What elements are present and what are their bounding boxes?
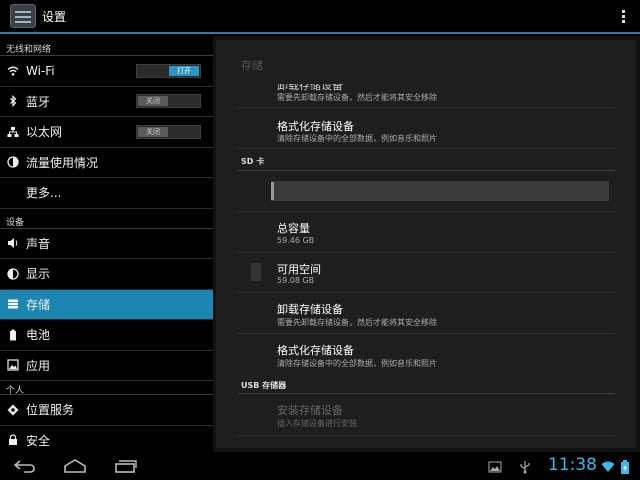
sidebar-item-label: 显示 [26, 267, 51, 282]
wifi-signal-icon[interactable] [601, 459, 615, 473]
sidebar-item-label: 电池 [26, 328, 51, 343]
sidebar-item-data-usage[interactable]: 流量使用情况 [0, 148, 213, 178]
row-summary: 插入存储设备进行安装 [277, 419, 357, 428]
sidebar-item-label: 存储 [26, 297, 51, 312]
storage-detail-pane[interactable]: 存储 卸载存储设备 需要先卸载存储设备，然后才能将其安全移除 格式化存储设备 清… [216, 40, 636, 448]
sidebar-item-wifi[interactable]: Wi-Fi 打开 [0, 56, 213, 87]
row-value: 59.08 GB [277, 276, 315, 285]
sidebar-item-security[interactable]: 安全 [0, 426, 213, 453]
section-header-device: 设备 [0, 209, 213, 229]
row-title: 格式化存储设备 [277, 344, 354, 357]
recent-apps-icon [115, 460, 137, 473]
action-bar: 设置 [0, 0, 640, 34]
usb-storage-header: USB 存储器 [241, 381, 287, 390]
internal-unmount-row[interactable]: 卸载存储设备 需要先卸载存储设备，然后才能将其安全移除 [238, 84, 615, 108]
battery-charging-icon[interactable] [620, 459, 630, 474]
sidebar-item-ethernet[interactable]: 以太网 关闭 [0, 117, 213, 148]
sidebar-item-label: 以太网 [26, 125, 63, 140]
sidebar-item-apps[interactable]: 应用 [0, 351, 213, 381]
sidebar-item-label: 应用 [26, 358, 51, 373]
wifi-icon [7, 65, 19, 77]
ethernet-toggle[interactable]: 关闭 [136, 124, 201, 139]
usb-icon[interactable] [518, 459, 532, 474]
sound-icon [7, 237, 19, 249]
sidebar-item-bluetooth[interactable]: 蓝牙 关闭 [0, 87, 213, 117]
bluetooth-toggle[interactable]: 关闭 [136, 94, 201, 109]
row-title: 可用空间 [277, 263, 321, 276]
recent-apps-button[interactable] [114, 458, 138, 473]
storage-icon [7, 298, 19, 310]
bluetooth-icon [7, 95, 19, 108]
sidebar-item-label: 声音 [26, 236, 51, 251]
sd-unmount-row[interactable]: 卸载存储设备 需要先卸载存储设备，然后才能将其安全移除 [238, 293, 615, 334]
sd-card-header: SD 卡 [241, 157, 265, 166]
battery-icon [7, 329, 19, 341]
internal-format-row[interactable]: 格式化存储设备 清除存储设备中的全部数据，例如音乐和照片 [238, 108, 615, 149]
sidebar-item-battery[interactable]: 电池 [0, 320, 213, 351]
sidebar-item-location[interactable]: 位置服务 [0, 395, 213, 426]
gallery-notification-icon[interactable] [488, 459, 502, 473]
sd-total-row: 总容量 59.46 GB [238, 212, 615, 253]
row-summary: 清除存储设备中的全部数据，例如音乐和照片 [277, 134, 437, 143]
row-summary: 需要先卸载存储设备，然后才能将其安全移除 [277, 318, 437, 327]
data-usage-icon [7, 156, 19, 168]
lock-icon [7, 434, 19, 446]
row-summary: 清除存储设备中的全部数据，例如音乐和照片 [277, 359, 437, 368]
section-header-wireless: 无线和网络 [0, 36, 213, 56]
display-icon [7, 268, 19, 280]
back-button[interactable] [12, 458, 36, 473]
sd-usage-row [238, 170, 615, 212]
system-bar: 11:38 [0, 452, 640, 480]
overflow-menu-icon[interactable] [622, 10, 626, 26]
settings-app-icon[interactable] [10, 4, 36, 28]
ethernet-icon [7, 126, 19, 138]
sidebar-item-storage[interactable]: 存储 [0, 289, 213, 320]
sidebar-item-sound[interactable]: 声音 [0, 229, 213, 259]
settings-sidebar: 无线和网络 Wi-Fi 打开 蓝牙 关闭 以太网 关闭 流量使用情况 更多...… [0, 36, 213, 452]
row-title: 安装存储设备 [277, 404, 343, 417]
home-button[interactable] [63, 458, 87, 473]
sidebar-item-label: 位置服务 [26, 403, 75, 418]
toggle-label: 打开 [169, 65, 199, 76]
section-header-personal: 个人 [0, 381, 213, 396]
usb-mount-row: 安装存储设备 插入存储设备进行安装 [238, 394, 615, 436]
sd-format-row[interactable]: 格式化存储设备 清除存储设备中的全部数据，例如音乐和照片 [238, 334, 615, 374]
sidebar-item-label: 更多... [26, 186, 62, 201]
app-title: 设置 [42, 9, 67, 24]
row-title: 总容量 [277, 222, 310, 235]
back-icon [13, 460, 35, 473]
clock[interactable]: 11:38 [548, 455, 597, 475]
row-summary: 需要先卸载存储设备，然后才能将其安全移除 [277, 93, 437, 102]
toggle-label: 关闭 [138, 126, 168, 137]
row-value: 59.46 GB [277, 236, 315, 245]
sidebar-item-label: Wi-Fi [26, 63, 55, 78]
row-title: 格式化存储设备 [277, 120, 354, 133]
location-icon [7, 404, 19, 416]
row-title: 卸载存储设备 [277, 303, 343, 316]
sidebar-item-label: 蓝牙 [26, 94, 51, 109]
sidebar-item-label: 流量使用情况 [26, 155, 99, 170]
toggle-label: 关闭 [138, 96, 168, 107]
sd-available-row: 可用空间 59.08 GB [238, 253, 615, 293]
home-icon [64, 459, 86, 473]
sidebar-item-display[interactable]: 显示 [0, 259, 213, 290]
pane-title: 存储 [241, 59, 263, 72]
apps-icon [7, 359, 19, 371]
sidebar-item-more[interactable]: 更多... [0, 178, 213, 209]
wifi-toggle[interactable]: 打开 [136, 63, 201, 78]
sidebar-item-label: 安全 [26, 433, 51, 448]
